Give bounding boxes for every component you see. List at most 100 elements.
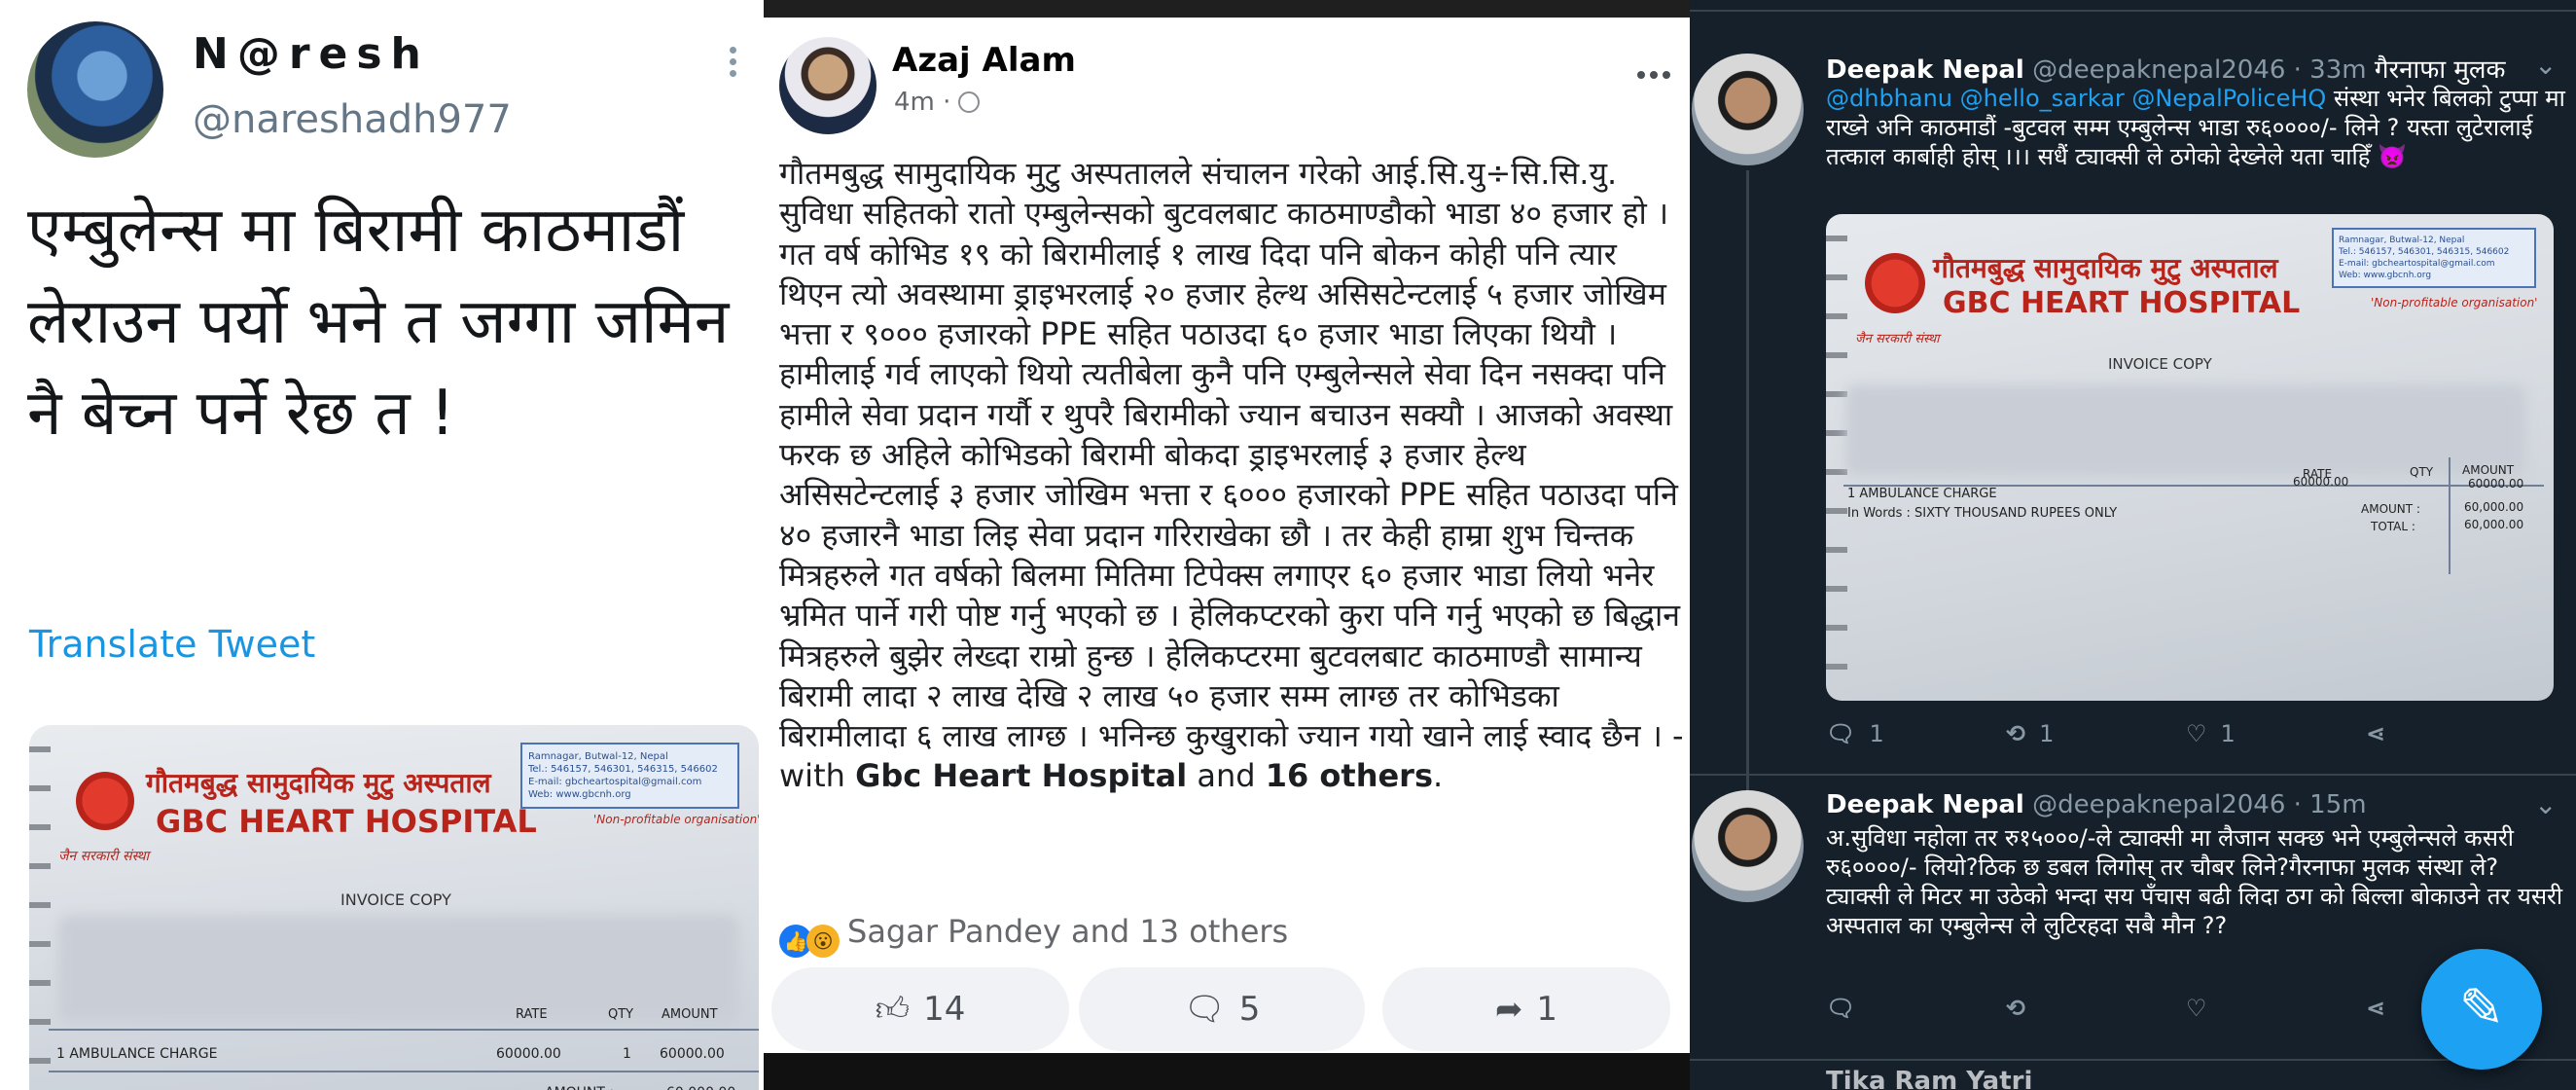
tweet-header: Deepak Nepal @deepaknepal2046 · 15m	[1826, 790, 2367, 819]
hospital-name-np: गौतमबुद्ध सामुदायिक मुटु अस्पताल	[146, 767, 491, 799]
heart-icon: ♡	[2186, 720, 2207, 747]
redacted-area	[1845, 384, 2526, 477]
divider	[1690, 774, 2576, 776]
share-icon: ⋖	[2366, 995, 2386, 1022]
tweet-photo-receipt[interactable]: गौतमबुद्ध सामुदायिक मुटु अस्पताल GBC HEA…	[29, 725, 759, 1090]
line-amount: 60000.00	[660, 1046, 725, 1062]
user-name[interactable]: Deepak Nepal	[1826, 790, 2024, 819]
notebook-spiral	[1826, 214, 1847, 701]
more-horizontal-icon[interactable]	[1637, 64, 1675, 83]
globe-icon	[958, 91, 981, 113]
col-amount: AMOUNT	[2462, 463, 2515, 477]
tweet-text: @dhbhanu @hello_sarkar @NepalPoliceHQ सं…	[1826, 84, 2565, 171]
comment-button[interactable]: 🗨︎ 5	[1079, 967, 1365, 1051]
reply-count: 1	[1869, 720, 1884, 747]
retweet-button[interactable]: ⟲	[2006, 995, 2186, 1022]
share-icon: ➦	[1494, 990, 1523, 1029]
like-button[interactable]: ♡ 1	[2186, 720, 2366, 747]
hospital-name-en: GBC HEART HOSPITAL	[1943, 286, 2301, 320]
tag-hospital[interactable]: Gbc Heart Hospital	[855, 757, 1187, 794]
avatar[interactable]	[27, 21, 163, 158]
chevron-down-icon[interactable]: ⌄	[2534, 788, 2557, 820]
thread-line	[1746, 170, 1749, 793]
next-tweet-name[interactable]: Tika Ram Yatri	[1826, 1067, 2032, 1090]
user-handle-time[interactable]: @deepaknepal2046 · 33m	[2032, 55, 2367, 85]
heart-icon: ♡	[2186, 995, 2207, 1022]
amount-total: 60,000.00	[666, 1085, 735, 1090]
reply-button[interactable]: 🗨︎ 1	[1826, 720, 2006, 747]
line-qty: 1	[623, 1046, 631, 1062]
share-button[interactable]: ⋖	[2366, 720, 2546, 747]
line-amount: 60000.00	[2468, 477, 2524, 490]
share-count: 1	[1536, 990, 1558, 1029]
avatar[interactable]	[779, 37, 877, 134]
redacted-area	[58, 915, 739, 1022]
col-qty: QTY	[608, 1007, 634, 1022]
reactions-text: Sagar Pandey and 13 others	[847, 913, 1289, 950]
nonprofit-label: 'Non-profitable organisation'	[2371, 296, 2538, 309]
user-handle-time[interactable]: @deepaknepal2046 · 15m	[2032, 790, 2367, 819]
tag-others[interactable]: 16 others	[1266, 757, 1433, 794]
comment-icon: 🗨︎	[1183, 990, 1226, 1029]
hospital-address: Ramnagar, Butwal-12, Nepal Tel.: 546157,…	[2332, 228, 2536, 288]
nav-bar	[764, 1053, 1690, 1090]
like-count: 1	[2220, 720, 2236, 747]
table-rule	[49, 1071, 759, 1072]
nonprofit-label: 'Non-profitable organisation'	[593, 813, 759, 826]
notebook-spiral	[29, 725, 51, 1090]
like-button[interactable]: ♡	[2186, 995, 2366, 1022]
col-qty: QTY	[2410, 465, 2434, 479]
divider	[1690, 1059, 2576, 1061]
reply-icon: 🗨︎	[1826, 995, 1856, 1022]
post-time[interactable]: 4m ·	[894, 88, 950, 117]
more-vertical-icon[interactable]	[730, 47, 737, 80]
hospital-address: Ramnagar, Butwal-12, Nepal Tel.: 546157,…	[520, 743, 739, 809]
invoice-copy-label: INVOICE COPY	[2108, 355, 2212, 373]
post-body: गौतमबुद्ध सामुदायिक मुटु अस्पतालले संचाल…	[779, 154, 1684, 797]
chevron-down-icon[interactable]: ⌄	[2534, 49, 2557, 81]
col-rate: RATE	[516, 1007, 548, 1022]
line-item: 1 AMBULANCE CHARGE	[56, 1046, 218, 1062]
tweet-text: अ.सुविधा नहोला तर रु१५०००/-ले ट्याक्सी म…	[1826, 824, 2563, 939]
amount-label: AMOUNT :	[545, 1085, 614, 1090]
hospital-tagline: जैन सरकारी संस्था	[58, 849, 150, 864]
total-value: 60,000.00	[2464, 518, 2524, 531]
post-meta: 4m ·	[894, 88, 981, 117]
tweet-photo-receipt[interactable]: गौतमबुद्ध सामुदायिक मुटु अस्पताल GBC HEA…	[1826, 214, 2554, 701]
retweet-button[interactable]: ⟲ 1	[2006, 720, 2186, 747]
user-name[interactable]: Deepak Nepal	[1826, 55, 2024, 85]
like-icon: 👍︎	[875, 989, 911, 1029]
retweet-icon: ⟲	[2006, 720, 2026, 747]
compose-icon[interactable]: ✎	[2421, 949, 2542, 1070]
hospital-tagline: जैन सरकारी संस्था	[1855, 332, 1940, 346]
amount-total: 60,000.00	[2464, 500, 2524, 514]
tag-and: and	[1197, 757, 1256, 795]
translate-tweet-link[interactable]: Translate Tweet	[29, 623, 315, 666]
tweet-panel-naresh: N@resh @nareshadh977 एम्बुलेन्स मा बिराम…	[0, 0, 764, 1090]
reply-icon: 🗨︎	[1826, 720, 1856, 747]
total-label: TOTAL :	[2371, 520, 2415, 533]
wow-reaction-icon: 😮	[806, 925, 840, 958]
avatar[interactable]	[1692, 790, 1804, 902]
line-rate: 60000.00	[496, 1046, 561, 1062]
status-bar	[764, 0, 1690, 18]
post-text: गौतमबुद्ध सामुदायिक मुटु अस्पतालले संचाल…	[779, 155, 1684, 795]
amount-words: In Words : SIXTY THOUSAND RUPEES ONLY	[1847, 506, 2118, 521]
invoice-copy-label: INVOICE COPY	[340, 890, 451, 909]
tweet-actions: 🗨︎ 1 ⟲ 1 ♡ 1 ⋖	[1826, 720, 2546, 747]
share-button[interactable]: ➦ 1	[1382, 967, 1670, 1051]
tweet-text: एम्बुलेन्स मा बिरामी काठमाडौं लेराउन पर्…	[27, 195, 730, 450]
amount-label: AMOUNT :	[2361, 502, 2420, 516]
user-name[interactable]: N@resh	[193, 29, 430, 79]
reply-button[interactable]: 🗨︎	[1826, 995, 2006, 1022]
mentions[interactable]: @dhbhanu @hello_sarkar @NepalPoliceHQ	[1826, 85, 2326, 112]
hospital-logo	[76, 772, 134, 830]
head-text: गैरनाफा मुलक	[2374, 55, 2506, 85]
tweet-header: Deepak Nepal @deepaknepal2046 · 33m गैरन…	[1826, 51, 2505, 86]
retweet-count: 1	[2039, 720, 2055, 747]
like-button[interactable]: 👍︎ 14	[771, 967, 1069, 1051]
avatar[interactable]	[1692, 54, 1804, 165]
reactions-summary[interactable]: 👍 😮 Sagar Pandey and 13 others	[779, 913, 1288, 958]
post-author[interactable]: Azaj Alam	[892, 41, 1076, 80]
user-handle[interactable]: @nareshadh977	[193, 97, 512, 142]
